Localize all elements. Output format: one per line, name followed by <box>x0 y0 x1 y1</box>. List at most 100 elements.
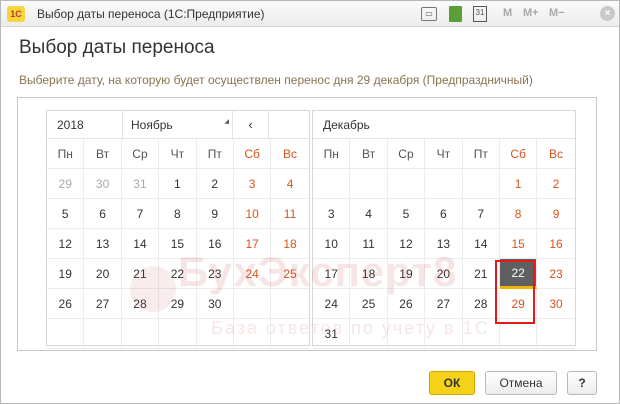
week-row: 3456789 <box>313 199 575 229</box>
day-cell[interactable]: 12 <box>387 229 426 259</box>
day-cell[interactable]: 16 <box>537 229 575 259</box>
day-cell[interactable]: 28 <box>462 289 500 319</box>
day-cell[interactable]: 7 <box>121 199 160 229</box>
day-cell[interactable]: 25 <box>271 259 309 289</box>
close-icon[interactable]: × <box>600 6 615 21</box>
day-cell[interactable]: 3 <box>233 169 272 199</box>
month-select[interactable]: Ноябрь ◢ <box>123 111 233 139</box>
instruction-text: Выберите дату, на которую будет осуществ… <box>19 73 533 87</box>
help-button[interactable]: ? <box>567 371 597 395</box>
week-row: 31 <box>313 319 575 349</box>
day-cell[interactable]: 10 <box>233 199 272 229</box>
form-title: Выбор даты переноса <box>19 37 215 58</box>
memory-button[interactable]: M <box>503 7 512 19</box>
day-cell[interactable]: 4 <box>271 169 309 199</box>
empty-day-cell <box>537 319 575 349</box>
day-cell[interactable]: 22 <box>159 259 197 289</box>
empty-day-cell <box>499 319 538 349</box>
day-cell[interactable]: 1 <box>159 169 197 199</box>
day-cell[interactable]: 2 <box>196 169 234 199</box>
day-cell[interactable]: 21 <box>462 259 500 289</box>
day-cell[interactable]: 26 <box>47 289 85 319</box>
print-icon[interactable]: ▭ <box>421 7 437 21</box>
empty-day-cell <box>462 169 500 199</box>
empty-day-cell <box>313 169 351 199</box>
day-cell[interactable]: 30 <box>196 289 234 319</box>
day-cell[interactable]: 23 <box>196 259 234 289</box>
day-cell[interactable]: 12 <box>47 229 85 259</box>
weekday-label: Ср <box>387 139 426 169</box>
day-cell[interactable]: 3 <box>313 199 351 229</box>
weekday-label: Вс <box>537 139 575 169</box>
day-cell[interactable]: 31 <box>121 169 160 199</box>
day-cell[interactable]: 15 <box>499 229 538 259</box>
day-cell[interactable]: 8 <box>499 199 538 229</box>
day-cell[interactable]: 8 <box>159 199 197 229</box>
day-cell[interactable]: 30 <box>537 289 575 319</box>
day-cell[interactable]: 9 <box>537 199 575 229</box>
day-grid: Пн Вт Ср Чт Пт Сб Вс 29 30 31 1 2 3 4 5 6 7 8 9 10 11 12 13 14 1… <box>47 139 309 349</box>
day-cell[interactable]: 24 <box>313 289 351 319</box>
day-cell[interactable]: 5 <box>387 199 426 229</box>
day-cell[interactable]: 19 <box>387 259 426 289</box>
day-cell[interactable]: 20 <box>84 259 122 289</box>
ok-button[interactable]: ОК <box>429 371 475 395</box>
month-select-label: Ноябрь <box>131 118 173 132</box>
memory-plus-button[interactable]: M+ <box>523 7 539 19</box>
day-cell[interactable]: 13 <box>84 229 122 259</box>
memory-minus-button[interactable]: M− <box>549 7 565 19</box>
day-cell[interactable]: 17 <box>233 229 272 259</box>
day-cell[interactable]: 20 <box>425 259 463 289</box>
day-cell[interactable]: 18 <box>350 259 388 289</box>
year-field[interactable]: 2018 <box>47 111 123 139</box>
day-cell[interactable]: 11 <box>271 199 309 229</box>
day-cell[interactable]: 6 <box>84 199 122 229</box>
day-cell[interactable]: 26 <box>387 289 426 319</box>
day-cell[interactable]: 25 <box>350 289 388 319</box>
day-cell[interactable]: 22 <box>499 259 538 289</box>
empty-day-cell <box>387 169 426 199</box>
day-cell[interactable]: 16 <box>196 229 234 259</box>
day-cell[interactable]: 7 <box>462 199 500 229</box>
day-cell[interactable]: 29 <box>159 289 197 319</box>
prev-month-button[interactable]: ‹ <box>233 111 269 139</box>
day-cell[interactable]: 15 <box>159 229 197 259</box>
calendar-icon[interactable]: 31 <box>473 6 487 22</box>
day-cell[interactable]: 14 <box>462 229 500 259</box>
empty-day-cell <box>462 319 500 349</box>
day-cell[interactable]: 24 <box>233 259 272 289</box>
app-logo-icon: 1С <box>7 6 25 22</box>
month-header: 2018 Ноябрь ◢ ‹ <box>47 111 309 139</box>
day-cell[interactable]: 14 <box>121 229 160 259</box>
day-cell[interactable]: 27 <box>425 289 463 319</box>
weekday-header-row: Пн Вт Ср Чт Пт Сб Вс <box>47 139 309 169</box>
title-bar: 1С Выбор даты переноса (1С:Предприятие) … <box>1 1 619 27</box>
day-cell[interactable]: 6 <box>425 199 463 229</box>
day-cell[interactable]: 18 <box>271 229 309 259</box>
day-cell[interactable]: 29 <box>47 169 85 199</box>
day-cell[interactable]: 13 <box>425 229 463 259</box>
empty-day-cell <box>159 319 197 349</box>
day-cell[interactable]: 21 <box>121 259 160 289</box>
day-cell[interactable]: 4 <box>350 199 388 229</box>
empty-day-cell <box>425 319 463 349</box>
day-cell[interactable]: 23 <box>537 259 575 289</box>
day-cell[interactable]: 30 <box>84 169 122 199</box>
day-cell[interactable]: 11 <box>350 229 388 259</box>
week-row: 12 <box>313 169 575 199</box>
day-cell[interactable]: 19 <box>47 259 85 289</box>
day-cell[interactable]: 29 <box>499 289 538 319</box>
day-cell[interactable]: 10 <box>313 229 351 259</box>
cancel-button[interactable]: Отмена <box>485 371 557 395</box>
day-cell[interactable]: 5 <box>47 199 85 229</box>
day-cell[interactable]: 31 <box>313 319 351 349</box>
day-cell[interactable]: 17 <box>313 259 351 289</box>
day-cell[interactable]: 28 <box>121 289 160 319</box>
spreadsheet-icon[interactable] <box>449 6 462 22</box>
weekday-header-row: Пн Вт Ср Чт Пт Сб Вс <box>313 139 575 169</box>
day-cell[interactable]: 27 <box>84 289 122 319</box>
day-cell[interactable]: 2 <box>537 169 575 199</box>
day-cell[interactable]: 1 <box>499 169 538 199</box>
day-cell[interactable]: 9 <box>196 199 234 229</box>
weekday-label: Чт <box>425 139 463 169</box>
